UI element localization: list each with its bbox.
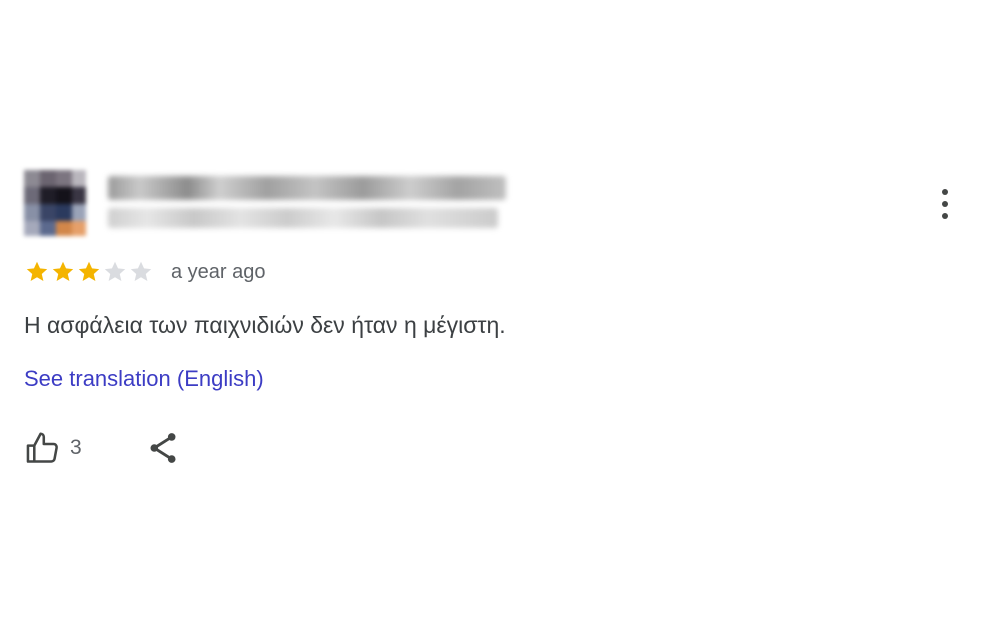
star-empty-icon xyxy=(104,261,126,281)
like-button[interactable]: 3 xyxy=(24,429,82,467)
more-options-button[interactable] xyxy=(928,182,962,226)
star-rating xyxy=(24,259,154,285)
see-translation-link[interactable]: See translation (English) xyxy=(24,366,264,392)
review-actions: 3 xyxy=(24,426,182,470)
reviewer-name-redacted xyxy=(108,176,506,200)
share-icon xyxy=(150,433,176,463)
rating-row: a year ago xyxy=(24,256,266,288)
review-text: Η ασφάλεια των παιχνιδιών δεν ήταν η μέγ… xyxy=(24,312,506,338)
share-button[interactable] xyxy=(144,429,182,467)
star-filled-icon xyxy=(78,261,100,281)
more-vert-icon-dot xyxy=(942,213,948,219)
thumb-up-icon xyxy=(26,432,58,463)
star-filled-icon xyxy=(26,261,48,281)
like-count: 3 xyxy=(70,436,82,459)
reviewer-name-block[interactable] xyxy=(108,172,510,232)
review-card: a year ago Η ασφάλεια των παιχνιδιών δεν… xyxy=(0,0,989,630)
more-vert-icon-dot xyxy=(942,201,948,207)
review-timestamp: a year ago xyxy=(171,260,266,283)
star-filled-icon xyxy=(52,261,74,281)
more-vert-icon xyxy=(942,189,948,195)
avatar[interactable] xyxy=(24,170,86,236)
star-empty-icon xyxy=(130,261,152,281)
reviewer-meta-redacted xyxy=(108,208,498,228)
